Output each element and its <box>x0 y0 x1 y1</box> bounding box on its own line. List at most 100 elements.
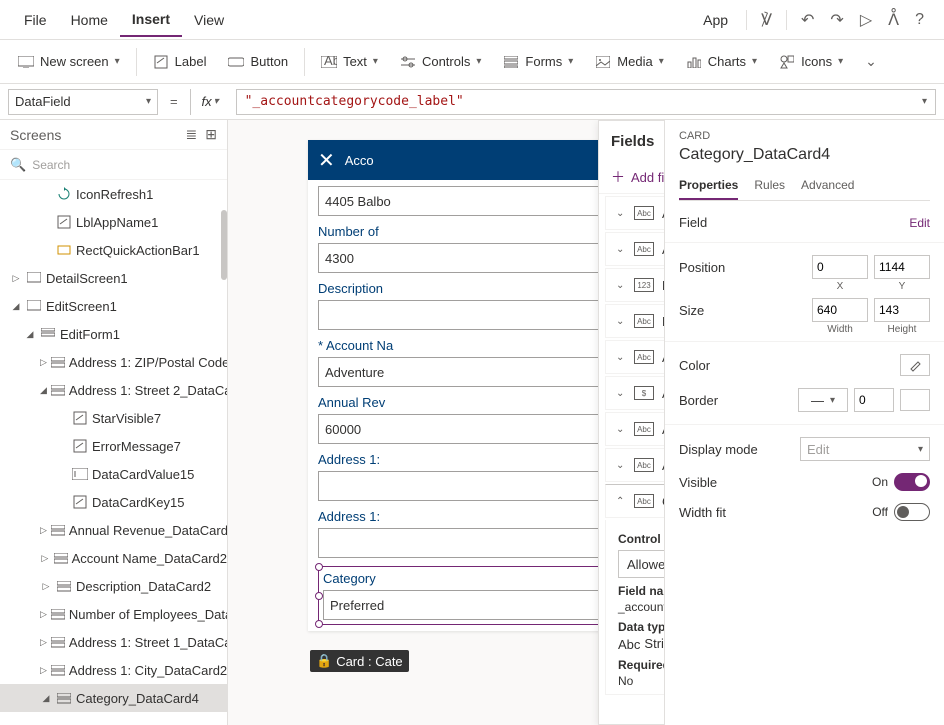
field-item-desc[interactable]: ⌄AbcDescription <box>605 304 664 338</box>
help-icon[interactable]: ? <box>907 11 932 29</box>
widthfit-toggle[interactable] <box>894 503 930 521</box>
field-label: Category <box>323 571 613 586</box>
chevron-down-icon: ⌄ <box>616 460 626 471</box>
tree-list-icon[interactable]: ≣ <box>186 126 198 143</box>
field-input[interactable] <box>318 528 618 558</box>
size-h-input[interactable] <box>874 298 930 322</box>
stethoscope-icon[interactable]: ℣ <box>753 10 780 30</box>
tree-iconrefresh[interactable]: IconRefresh1 <box>0 180 227 208</box>
position-x-input[interactable] <box>812 255 868 279</box>
field-item-zip[interactable]: ⌄AbcAddress 1: ZIP/Postal Code <box>605 448 664 482</box>
tree-search[interactable]: 🔍 Search <box>0 150 227 180</box>
tree-street1[interactable]: ▷Address 1: Street 1_DataCar <box>0 628 227 656</box>
border-style-dropdown[interactable]: —▾ <box>798 388 848 412</box>
color-picker[interactable] <box>900 354 930 376</box>
tree-detailscreen[interactable]: ▷DetailScreen1 <box>0 264 227 292</box>
tree-lblappname[interactable]: LblAppName1 <box>0 208 227 236</box>
tree-dckey[interactable]: DataCardKey15 <box>0 488 227 516</box>
add-field-button[interactable]: ＋Add field⋯ <box>599 161 664 194</box>
tab-rules[interactable]: Rules <box>754 172 785 200</box>
controls-icon <box>400 54 416 70</box>
tab-properties[interactable]: Properties <box>679 172 738 200</box>
charts-dropdown[interactable]: Charts▾ <box>676 48 767 76</box>
formula-input[interactable]: "_accountcategorycode_label" ▾ <box>236 89 936 115</box>
tree-category[interactable]: ◢Category_DataCard4 <box>0 684 227 712</box>
selected-datacard[interactable]: Category Preferred <box>318 566 618 625</box>
border-color-picker[interactable] <box>900 389 930 411</box>
redo-icon[interactable]: ↷ <box>822 10 851 30</box>
tree-city[interactable]: ▷Address 1: City_DataCard2 <box>0 656 227 684</box>
field-input-0[interactable]: 4405 Balbo <box>318 186 618 216</box>
border-width-input[interactable] <box>854 388 894 412</box>
tree-desc[interactable]: ▷Description_DataCard2 <box>0 572 227 600</box>
tree-street2[interactable]: ◢Address 1: Street 2_DataCar <box>0 376 227 404</box>
field-label: Number of <box>318 224 618 239</box>
tree-dcvalue[interactable]: DataCardValue15 <box>0 460 227 488</box>
tree-errormsg[interactable]: ErrorMessage7 <box>0 432 227 460</box>
property-dropdown[interactable]: DataField▾ <box>8 89 158 115</box>
toolbar-overflow[interactable]: ⌄ <box>855 47 887 76</box>
field-item-street1[interactable]: ⌄AbcAddress 1: Street 1 <box>605 232 664 266</box>
field-item-city[interactable]: ⌄AbcAddress 1: City <box>605 196 664 230</box>
field-item-annrev[interactable]: ⌄$Annual Revenue <box>605 376 664 410</box>
canvas-phone[interactable]: ✕ Acco 4405 Balbo Number of4300 Descript… <box>308 140 628 631</box>
field-item-numemp[interactable]: ⌄123Number of Employees <box>605 268 664 302</box>
chevron-down-icon: ⌄ <box>616 244 626 255</box>
label-button[interactable]: Label <box>143 48 217 76</box>
visible-toggle[interactable] <box>894 473 930 491</box>
share-icon[interactable]: ᐰ <box>880 10 907 30</box>
tree-rectquick[interactable]: RectQuickActionBar1 <box>0 236 227 264</box>
field-input[interactable]: Adventure <box>318 357 618 387</box>
field-item-acctname[interactable]: ⌄AbcAccount Name <box>605 340 664 374</box>
edit-field-link[interactable]: Edit <box>909 216 930 230</box>
tree-numemp[interactable]: ▷Number of Employees_Data <box>0 600 227 628</box>
controls-dropdown[interactable]: Controls▾ <box>390 48 491 76</box>
media-dropdown[interactable]: Media▾ <box>585 48 673 76</box>
text-dropdown[interactable]: Abc Text▾ <box>311 48 388 76</box>
menu-app[interactable]: App <box>691 4 740 36</box>
tree-acctname[interactable]: ▷Account Name_DataCard2 <box>0 544 227 572</box>
tree-editform[interactable]: ◢EditForm1 <box>0 320 227 348</box>
menu-home[interactable]: Home <box>59 4 120 36</box>
formula-expand-icon[interactable]: ▾ <box>922 96 927 107</box>
selection-tag[interactable]: 🔒Card : Cate <box>310 650 409 672</box>
displaymode-dropdown[interactable]: Edit▾ <box>800 437 930 461</box>
chevron-down-icon: ⌄ <box>616 424 626 435</box>
menu-view[interactable]: View <box>182 4 236 36</box>
icons-dropdown[interactable]: Icons▾ <box>769 48 853 76</box>
button-icon <box>228 54 244 70</box>
field-item-street2[interactable]: ⌄AbcAddress 1: Street 2 <box>605 412 664 446</box>
new-screen-button[interactable]: New screen▾ <box>8 48 130 76</box>
menu-file[interactable]: File <box>12 4 59 36</box>
field-input[interactable]: 4300 <box>318 243 618 273</box>
tree-starvisible[interactable]: StarVisible7 <box>0 404 227 432</box>
tree-grid-icon[interactable]: ⊞ <box>205 126 217 143</box>
field-item-category[interactable]: ⌃AbcCategory⋯ <box>605 484 664 518</box>
position-y-input[interactable] <box>874 255 930 279</box>
tree-scrollbar[interactable] <box>221 210 227 280</box>
fx-button[interactable]: fx▾ <box>190 89 230 115</box>
tree-zip[interactable]: ▷Address 1: ZIP/Postal Code_ <box>0 348 227 376</box>
tree-annualrev[interactable]: ▷Annual Revenue_DataCard2 <box>0 516 227 544</box>
field-input[interactable] <box>318 300 618 330</box>
field-input[interactable] <box>318 471 618 501</box>
tab-advanced[interactable]: Advanced <box>801 172 854 200</box>
size-w-input[interactable] <box>812 298 868 322</box>
tree-editscreen[interactable]: ◢EditScreen1 <box>0 292 227 320</box>
currency-type-icon: $ <box>634 386 654 400</box>
chevron-up-icon: ⌃ <box>616 496 626 507</box>
control-type-dropdown[interactable]: Allowed Values⌄ <box>618 550 664 578</box>
close-icon[interactable]: ✕ <box>318 148 335 173</box>
menu-insert[interactable]: Insert <box>120 3 182 37</box>
undo-icon[interactable]: ↶ <box>793 10 822 30</box>
field-label: Annual Rev <box>318 395 618 410</box>
button-button[interactable]: Button <box>218 48 298 76</box>
forms-dropdown[interactable]: Forms▾ <box>493 48 583 76</box>
abc-type-icon: Abc <box>634 494 654 508</box>
visible-label: Visible <box>679 475 717 490</box>
field-input[interactable]: Preferred <box>323 590 613 620</box>
datatype-value: AbcString <box>618 636 664 652</box>
play-icon[interactable]: ▷ <box>852 10 880 30</box>
field-input[interactable]: 60000 <box>318 414 618 444</box>
screen-icon <box>18 54 34 70</box>
